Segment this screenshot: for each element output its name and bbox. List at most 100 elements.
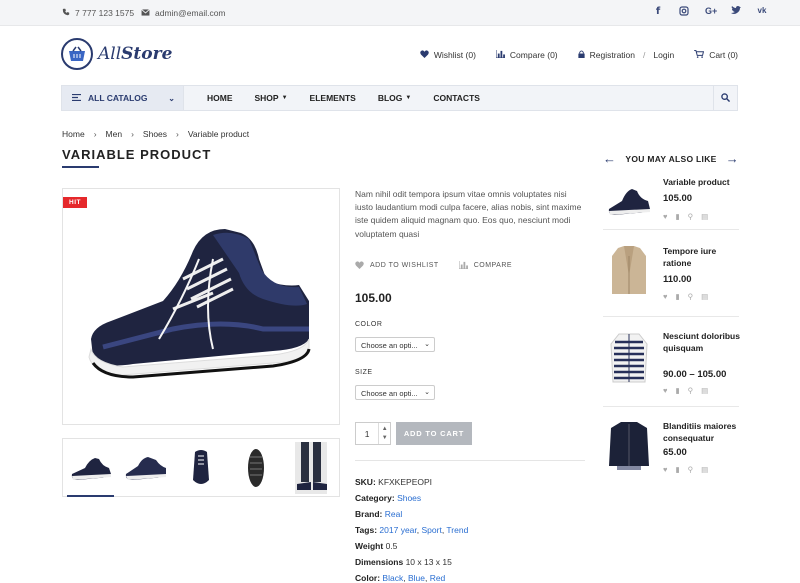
product-main-image[interactable]: HIT [62, 188, 340, 425]
email-address: admin@email.com [155, 8, 226, 18]
nav-blog[interactable]: BLOG ▼ [378, 93, 412, 103]
chevron-right-icon: › [176, 129, 179, 139]
logo-text: AllStore [98, 44, 173, 64]
add-to-cart-button[interactable]: ADD TO CART [396, 422, 472, 445]
cart-icon[interactable]: ▤ [701, 292, 708, 301]
search-icon[interactable]: ⚲ [688, 212, 694, 221]
google-plus-icon[interactable]: G+ [705, 6, 717, 19]
weight-value: 0.5 [385, 541, 398, 551]
search-icon[interactable]: ⚲ [688, 386, 694, 395]
twitter-icon[interactable] [731, 6, 741, 19]
chevron-right-icon: › [131, 129, 134, 139]
tag-link[interactable]: Sport [422, 525, 442, 535]
related-product-actions: ♥ ▮ ⚲ ▤ [663, 292, 708, 301]
breadcrumb-shoes[interactable]: Shoes [143, 129, 167, 139]
divider [355, 460, 585, 461]
search-icon[interactable]: ⚲ [688, 292, 694, 301]
related-product[interactable]: Blanditiis maiores consequatur 65.00 ♥ ▮… [603, 420, 739, 480]
color-link[interactable]: Blue [408, 573, 425, 583]
nav-shop[interactable]: SHOP ▼ [255, 93, 288, 103]
related-product-image[interactable] [603, 176, 655, 228]
breadcrumb-home[interactable]: Home [62, 129, 85, 139]
cart-link[interactable]: Cart (0) [694, 49, 738, 60]
thumbnail-1[interactable] [63, 439, 118, 497]
weight-row: Weight 0.5 [355, 541, 398, 551]
breadcrumb-men[interactable]: Men [106, 129, 123, 139]
color-link[interactable]: Red [430, 573, 446, 583]
bar-chart-icon[interactable]: ▮ [675, 212, 679, 221]
facebook-icon[interactable]: f [653, 6, 663, 19]
chevron-down-icon[interactable]: ▼ [382, 434, 388, 443]
add-to-wishlist-label: ADD TO WISHLIST [370, 261, 439, 269]
related-product-name[interactable]: Nesciunt doloribus quisquam [663, 330, 743, 354]
quantity-value[interactable]: 1 [356, 429, 378, 439]
quantity-arrows[interactable]: ▲ ▼ [378, 423, 390, 444]
site-logo[interactable]: AllStore [61, 38, 172, 70]
color-select[interactable]: Choose an opti... ⌄ [355, 337, 435, 352]
chevron-up-icon[interactable]: ▲ [382, 425, 388, 434]
search-icon[interactable]: ⚲ [688, 465, 694, 474]
heart-icon[interactable]: ♥ [663, 212, 667, 221]
arrow-right-icon[interactable]: → [726, 151, 739, 166]
cart-icon[interactable]: ▤ [701, 212, 708, 221]
thumbnail-4[interactable] [229, 439, 284, 496]
wishlist-link[interactable]: Wishlist (0) [420, 50, 476, 60]
vk-icon[interactable]: vk [757, 6, 767, 19]
divider [603, 406, 739, 407]
related-product-image[interactable] [603, 420, 655, 472]
login-link[interactable]: Login [653, 50, 674, 60]
bar-chart-icon[interactable]: ▮ [675, 386, 679, 395]
tag-link[interactable]: Trend [446, 525, 468, 535]
thumbnail-5[interactable] [284, 439, 339, 496]
phone-icon [62, 8, 70, 18]
color-row: Color: Black, Blue, Red [355, 573, 446, 583]
thumbnail-strip [62, 438, 340, 497]
cart-icon[interactable]: ▤ [701, 386, 708, 395]
tag-link[interactable]: 2017 year [379, 525, 416, 535]
cart-icon[interactable]: ▤ [701, 465, 708, 474]
thumbnail-3[interactable] [173, 439, 228, 496]
category-link[interactable]: Shoes [397, 493, 421, 503]
divider [603, 316, 739, 317]
instagram-icon[interactable] [679, 6, 689, 19]
account-links: Registration / Login [578, 50, 674, 60]
arrow-left-icon[interactable]: ← [603, 151, 616, 166]
add-to-wishlist-link[interactable]: ADD TO WISHLIST [355, 261, 439, 269]
chevron-down-icon: ▼ [405, 95, 412, 101]
nav-elements[interactable]: ELEMENTS [310, 93, 356, 103]
related-product[interactable]: Nesciunt doloribus quisquam 90.00 – 105.… [603, 330, 740, 398]
lock-icon [578, 50, 585, 60]
registration-link[interactable]: Registration [590, 50, 635, 60]
related-product-name[interactable]: Tempore iure ratione [663, 245, 743, 269]
bar-chart-icon[interactable]: ▮ [675, 465, 679, 474]
thumbnail-2[interactable] [118, 439, 173, 496]
related-product-image[interactable] [603, 245, 655, 297]
heart-icon[interactable]: ♥ [663, 292, 667, 301]
heart-icon [420, 50, 429, 60]
related-product-image[interactable] [603, 330, 655, 390]
nav-contacts[interactable]: CONTACTS [433, 93, 480, 103]
related-product[interactable]: Tempore iure ratione 110.00 ♥ ▮ ⚲ ▤ [603, 245, 739, 305]
related-product-name[interactable]: Variable product [663, 176, 743, 188]
social-links: f G+ vk [653, 6, 767, 19]
color-link[interactable]: Black [382, 573, 403, 583]
compare-action-label: COMPARE [473, 261, 513, 269]
heart-icon[interactable]: ♥ [663, 386, 667, 395]
related-product-price: 65.00 [663, 447, 687, 458]
header-links: Wishlist (0) Compare (0) Registration / Lo… [420, 49, 738, 60]
size-select[interactable]: Choose an opti... ⌄ [355, 385, 435, 400]
brand-link[interactable]: Real [385, 509, 402, 519]
menu: HOME SHOP ▼ ELEMENTS BLOG ▼ CONTACTS [207, 93, 480, 103]
related-product[interactable]: Variable product 105.00 ♥ ▮ ⚲ ▤ [603, 176, 739, 226]
phone-contact[interactable]: 7 777 123 1575 [62, 8, 134, 18]
all-catalog-button[interactable]: ALL CATALOG ⌄ [62, 86, 184, 110]
search-button[interactable] [713, 86, 737, 110]
email-contact[interactable]: admin@email.com [141, 8, 226, 18]
heart-icon[interactable]: ♥ [663, 465, 667, 474]
related-product-name[interactable]: Blanditiis maiores consequatur [663, 420, 743, 444]
quantity-stepper[interactable]: 1 ▲ ▼ [355, 422, 391, 445]
compare-link[interactable]: Compare (0) [495, 50, 558, 60]
compare-action-link[interactable]: COMPARE [458, 261, 513, 269]
bar-chart-icon[interactable]: ▮ [675, 292, 679, 301]
nav-home[interactable]: HOME [207, 93, 233, 103]
